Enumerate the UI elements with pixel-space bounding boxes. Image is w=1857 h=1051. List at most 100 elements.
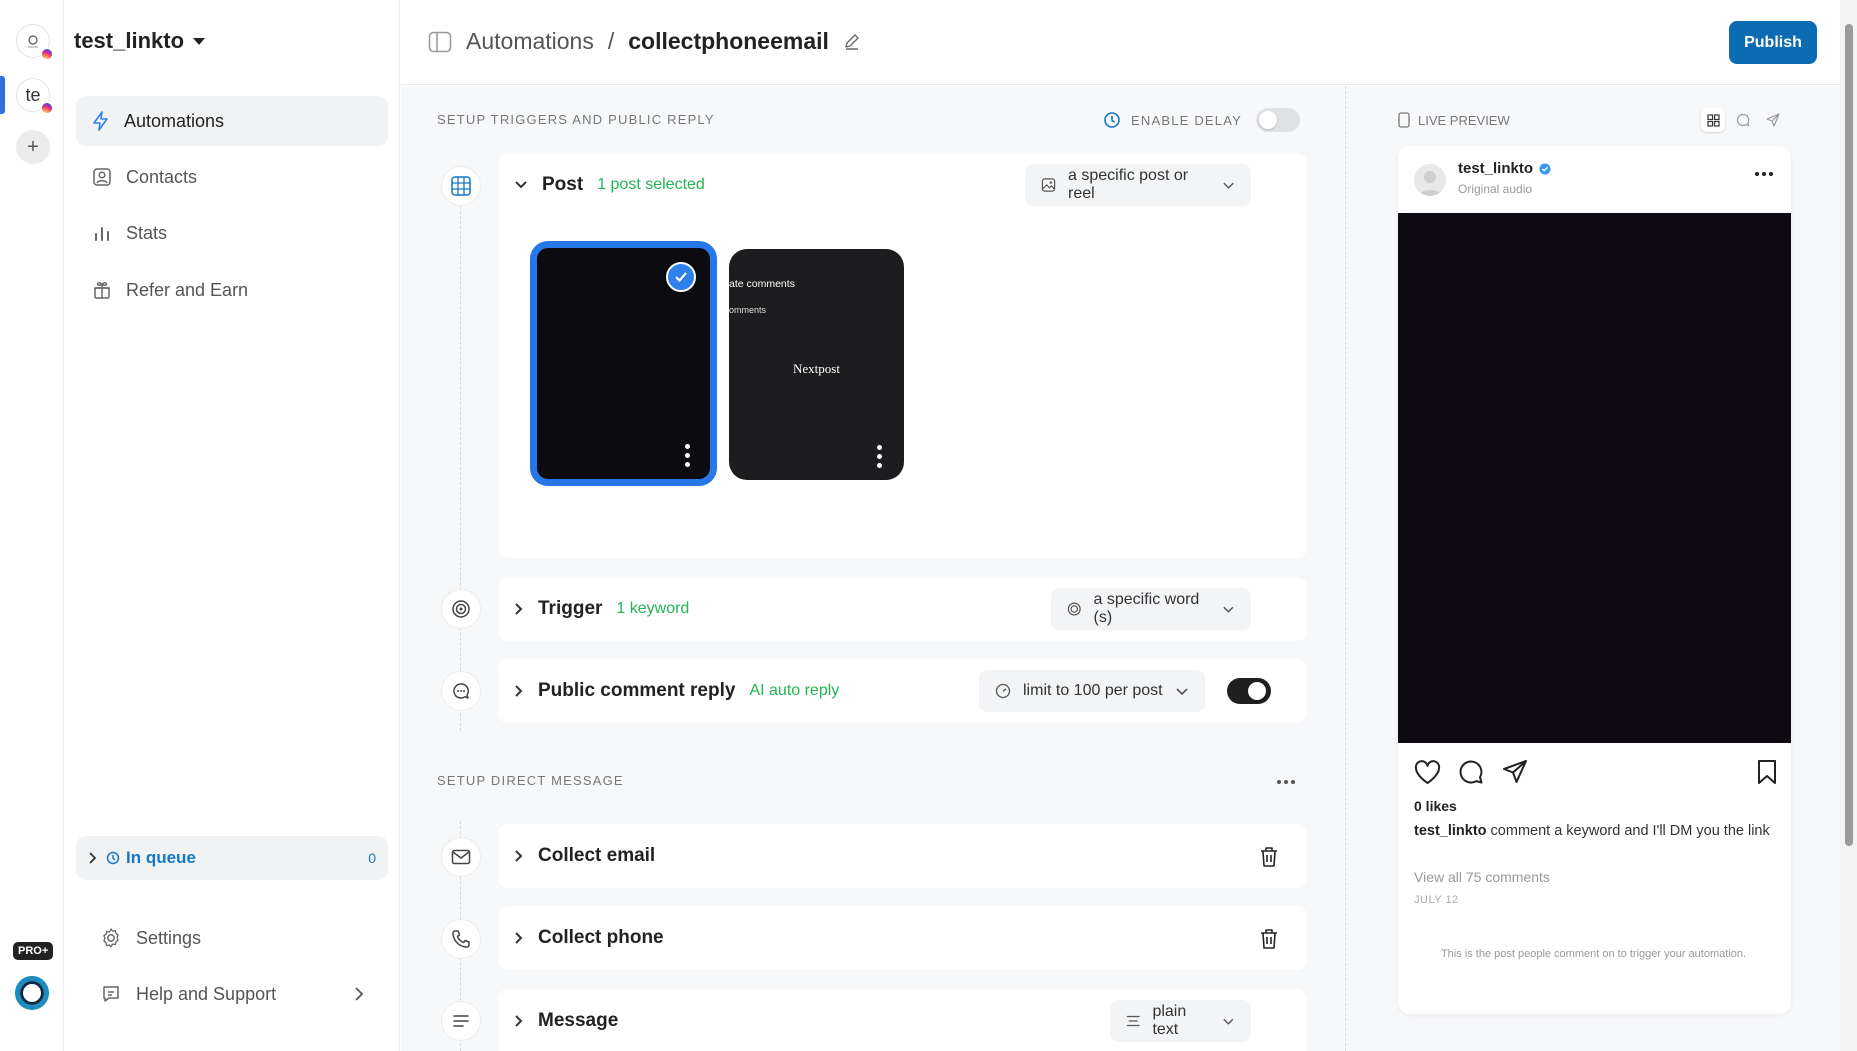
trigger-type-select[interactable]: a specific word (s) [1051, 588, 1251, 630]
message-format-select[interactable]: plain text [1110, 1000, 1251, 1042]
trigger-status: 1 keyword [616, 600, 690, 617]
nav-label: Automations [124, 110, 225, 131]
share-send-icon[interactable] [1502, 759, 1528, 785]
chevron-right-icon [515, 685, 523, 697]
text-lines-icon [453, 1015, 469, 1027]
post-audio: Original audio [1458, 182, 1533, 196]
nav-contacts[interactable]: Contacts [76, 152, 388, 202]
trigger-type-value: a specific word (s) [1093, 591, 1200, 626]
nav-label: Stats [126, 222, 168, 243]
app-logo[interactable] [15, 976, 49, 1010]
phone-device-icon [1398, 112, 1410, 128]
gear-icon [103, 928, 119, 948]
nav-automations[interactable]: Automations [76, 96, 388, 146]
chevron-down-icon [1223, 606, 1234, 613]
add-account-button[interactable]: + [16, 130, 50, 164]
public-reply-title: Public comment reply [538, 680, 736, 701]
account-avatar-1[interactable] [16, 24, 54, 61]
verified-badge-icon [1539, 163, 1551, 174]
comment-icon[interactable] [1458, 759, 1484, 785]
view-all-comments-link[interactable]: View all 75 comments [1414, 869, 1550, 885]
help-label: Help and Support [136, 983, 277, 1004]
collect-email-card-header[interactable]: Collect email [498, 824, 1307, 888]
breadcrumb-separator: / [607, 28, 615, 54]
collect-email-step-icon [441, 837, 481, 877]
message-card: Message plain text [498, 989, 1307, 1051]
nav-refer-and-earn[interactable]: Refer and Earn [76, 265, 388, 315]
thumb-text-line1: ate comments [729, 278, 795, 290]
post-media [1398, 213, 1791, 743]
post-options-icon[interactable] [685, 444, 691, 471]
selected-check-icon [666, 262, 696, 292]
queue-panel[interactable]: In queue 0 [76, 836, 388, 880]
scrollbar-thumb[interactable] [1845, 24, 1853, 846]
trigger-step-icon [441, 589, 481, 629]
help-chat-icon [103, 986, 119, 1002]
bookmark-icon[interactable] [1756, 759, 1778, 785]
contact-card-icon [93, 168, 111, 186]
chevron-down-icon [515, 181, 527, 189]
post-step-icon [441, 166, 481, 206]
delete-trash-icon[interactable] [1259, 928, 1279, 950]
account-avatar-2[interactable]: te [16, 78, 54, 115]
clock-icon [106, 851, 120, 865]
edit-pencil-icon[interactable] [843, 33, 861, 51]
post-view-button[interactable] [1701, 108, 1725, 132]
account-initials: te [25, 84, 41, 105]
collect-phone-title: Collect phone [538, 927, 664, 948]
reply-limit-select[interactable]: limit to 100 per post [979, 670, 1205, 712]
chevron-right-icon [515, 850, 523, 862]
live-preview-header: LIVE PREVIEW [1398, 112, 1510, 128]
account-logo-icon [28, 35, 38, 48]
breadcrumb-automations[interactable]: Automations [466, 28, 594, 55]
post-type-select[interactable]: a specific post or reel [1025, 164, 1251, 206]
preview-hint: This is the post people comment on to tr… [1440, 948, 1747, 960]
page-scrollbar[interactable] [1840, 0, 1857, 1051]
chevron-down-icon [1176, 687, 1188, 695]
sidebar-toggle-icon[interactable] [428, 31, 452, 53]
bolt-icon [93, 111, 108, 131]
nav-help-and-support[interactable]: Help and Support [88, 969, 378, 1019]
triggers-section-title: SETUP TRIGGERS AND PUBLIC REPLY [437, 112, 715, 127]
post-options-icon[interactable] [877, 445, 883, 472]
enable-delay-toggle[interactable] [1255, 108, 1300, 132]
comments-view-button[interactable] [1731, 108, 1755, 132]
dm-view-button[interactable] [1761, 108, 1785, 132]
collect-phone-card-header[interactable]: Collect phone [498, 906, 1307, 970]
account-rail: te + PRO+ [0, 0, 64, 1051]
queue-count: 0 [368, 850, 376, 866]
plan-badge: PRO+ [13, 942, 54, 960]
publish-button[interactable]: Publish [1729, 21, 1817, 64]
collect-phone-card: Collect phone [498, 906, 1307, 970]
account-switcher[interactable]: test_linkto [74, 28, 206, 54]
dm-more-options-icon[interactable] [1277, 780, 1295, 784]
breadcrumb: Automations / collectphoneemail [428, 28, 861, 55]
thumb-text-line2: omments [729, 305, 767, 315]
post-likes: 0 likes [1414, 798, 1457, 814]
chevron-right-icon [355, 987, 364, 1001]
heart-icon[interactable] [1414, 760, 1441, 785]
post-status: 1 post selected [597, 176, 705, 193]
post-more-icon[interactable] [1755, 172, 1773, 176]
public-reply-toggle[interactable] [1227, 678, 1271, 704]
nav-settings[interactable]: Settings [88, 913, 378, 963]
delete-trash-icon[interactable] [1259, 846, 1279, 868]
post-thumbnail-next[interactable]: ate comments omments Nextpost [729, 249, 904, 480]
queue-label-text: In queue [126, 848, 196, 867]
grid-view-icon [1706, 113, 1720, 127]
instagram-badge-icon [40, 101, 54, 115]
target-icon [452, 600, 470, 618]
message-step-icon [441, 1001, 481, 1041]
caption-username: test_linkto [1414, 823, 1487, 839]
mail-icon [451, 849, 471, 865]
nav-stats[interactable]: Stats [76, 208, 388, 258]
live-preview-panel: LIVE PREVIEW test_linkto Original audio [1345, 86, 1840, 1051]
post-username: test_linkto [1458, 160, 1551, 177]
post-thumbnail-selected[interactable] [530, 241, 717, 486]
thumb-center-text: Nextpost [793, 361, 840, 376]
post-avatar [1414, 164, 1446, 196]
account-name: test_linkto [74, 28, 185, 53]
caret-down-icon [193, 37, 206, 45]
chevron-right-icon [89, 852, 97, 864]
target-icon [1067, 602, 1081, 616]
